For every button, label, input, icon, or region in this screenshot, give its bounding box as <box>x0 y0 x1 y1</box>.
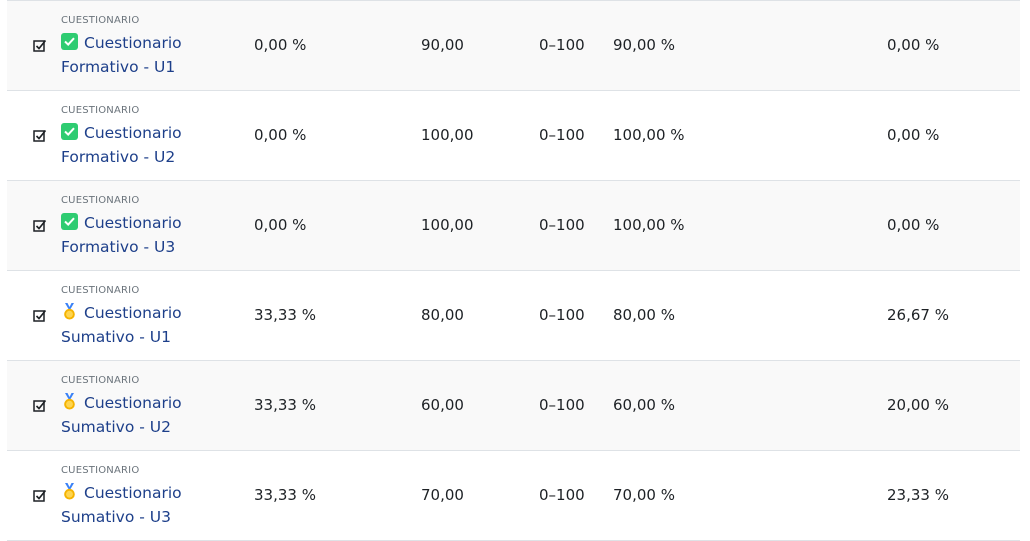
grade-value: 80,00 <box>421 306 464 324</box>
table-row: CUESTIONARIO Cuestionario Sumativo - U3 … <box>7 451 1020 541</box>
quiz-checkbox-icon <box>33 489 47 502</box>
grade-percentage: 90,00 % <box>613 36 675 54</box>
grade-item-title: Cuestionario Sumativo - U3 <box>61 484 182 526</box>
green-check-icon <box>61 123 78 140</box>
grade-value: 90,00 <box>421 36 464 54</box>
green-check-icon <box>61 33 78 50</box>
grade-percentage: 80,00 % <box>613 306 675 324</box>
grade-range: 0–100 <box>539 36 585 54</box>
medal-icon <box>64 483 75 500</box>
calculated-weight: 0,00 % <box>254 36 307 54</box>
grade-item-link[interactable]: Cuestionario Sumativo - U1 <box>61 301 211 349</box>
calculated-weight: 33,33 % <box>254 396 316 414</box>
table-row: CUESTIONARIO Cuestionario Formativo - U3… <box>7 181 1020 271</box>
course-total-contribution: 0,00 % <box>887 36 940 54</box>
module-type-label: CUESTIONARIO <box>61 375 140 386</box>
course-total-contribution: 26,67 % <box>887 306 949 324</box>
quiz-checkbox-icon <box>33 399 47 412</box>
grade-item-link[interactable]: Cuestionario Formativo - U2 <box>61 121 211 169</box>
grade-table: CUESTIONARIO Cuestionario Formativo - U1… <box>7 0 1020 541</box>
grade-percentage: 70,00 % <box>613 486 675 504</box>
medal-icon <box>64 393 75 410</box>
grade-value: 100,00 <box>421 126 474 144</box>
grade-range: 0–100 <box>539 216 585 234</box>
grade-range: 0–100 <box>539 126 585 144</box>
table-row: CUESTIONARIO Cuestionario Sumativo - U2 … <box>7 361 1020 451</box>
grade-range: 0–100 <box>539 396 585 414</box>
grade-item-link[interactable]: Cuestionario Formativo - U1 <box>61 31 211 79</box>
grade-item-title: Cuestionario Formativo - U1 <box>61 34 182 76</box>
calculated-weight: 0,00 % <box>254 126 307 144</box>
grade-item-title: Cuestionario Formativo - U3 <box>61 214 182 256</box>
grade-value: 70,00 <box>421 486 464 504</box>
course-total-contribution: 0,00 % <box>887 126 940 144</box>
grade-item-title: Cuestionario Formativo - U2 <box>61 124 182 166</box>
course-total-contribution: 20,00 % <box>887 396 949 414</box>
quiz-checkbox-icon <box>33 219 47 232</box>
grade-item-title: Cuestionario Sumativo - U1 <box>61 304 182 346</box>
course-total-contribution: 0,00 % <box>887 216 940 234</box>
table-row: CUESTIONARIO Cuestionario Formativo - U1… <box>7 1 1020 91</box>
quiz-checkbox-icon <box>33 129 47 142</box>
course-total-contribution: 23,33 % <box>887 486 949 504</box>
quiz-checkbox-icon <box>33 309 47 322</box>
grade-percentage: 100,00 % <box>613 126 685 144</box>
module-type-label: CUESTIONARIO <box>61 285 140 296</box>
quiz-checkbox-icon <box>33 39 47 52</box>
grade-value: 100,00 <box>421 216 474 234</box>
module-type-label: CUESTIONARIO <box>61 195 140 206</box>
table-row: CUESTIONARIO Cuestionario Formativo - U2… <box>7 91 1020 181</box>
grade-item-link[interactable]: Cuestionario Sumativo - U3 <box>61 481 211 529</box>
green-check-icon <box>61 213 78 230</box>
grade-percentage: 60,00 % <box>613 396 675 414</box>
grade-item-title: Cuestionario Sumativo - U2 <box>61 394 182 436</box>
calculated-weight: 33,33 % <box>254 486 316 504</box>
medal-icon <box>64 303 75 320</box>
grade-percentage: 100,00 % <box>613 216 685 234</box>
calculated-weight: 33,33 % <box>254 306 316 324</box>
grade-item-link[interactable]: Cuestionario Formativo - U3 <box>61 211 211 259</box>
grade-range: 0–100 <box>539 486 585 504</box>
grade-value: 60,00 <box>421 396 464 414</box>
table-row: CUESTIONARIO Cuestionario Sumativo - U1 … <box>7 271 1020 361</box>
grade-item-link[interactable]: Cuestionario Sumativo - U2 <box>61 391 211 439</box>
grade-range: 0–100 <box>539 306 585 324</box>
module-type-label: CUESTIONARIO <box>61 15 140 26</box>
module-type-label: CUESTIONARIO <box>61 105 140 116</box>
module-type-label: CUESTIONARIO <box>61 465 140 476</box>
calculated-weight: 0,00 % <box>254 216 307 234</box>
